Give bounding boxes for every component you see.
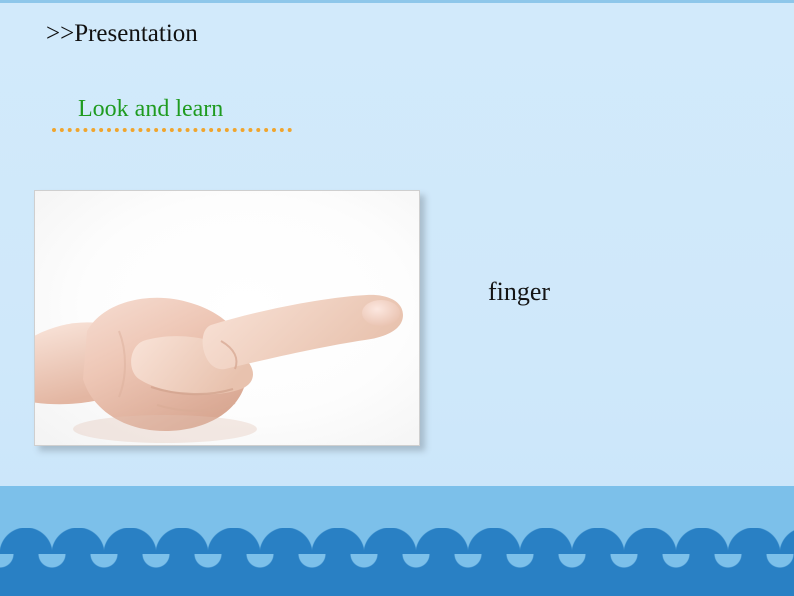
hand-photo [34, 190, 420, 446]
scallop-notches [0, 554, 794, 568]
pointing-hand-illustration [35, 294, 403, 443]
top-border-rule [0, 0, 794, 3]
dotted-divider [52, 128, 292, 136]
band-solid-top [0, 486, 794, 532]
decorative-bottom-band [0, 486, 794, 596]
page-title: >>Presentation [46, 20, 198, 47]
section-subtitle: Look and learn [78, 96, 224, 122]
vocabulary-word: finger [488, 277, 551, 306]
presentation-slide: >>Presentation Look and learn finger [0, 0, 794, 596]
